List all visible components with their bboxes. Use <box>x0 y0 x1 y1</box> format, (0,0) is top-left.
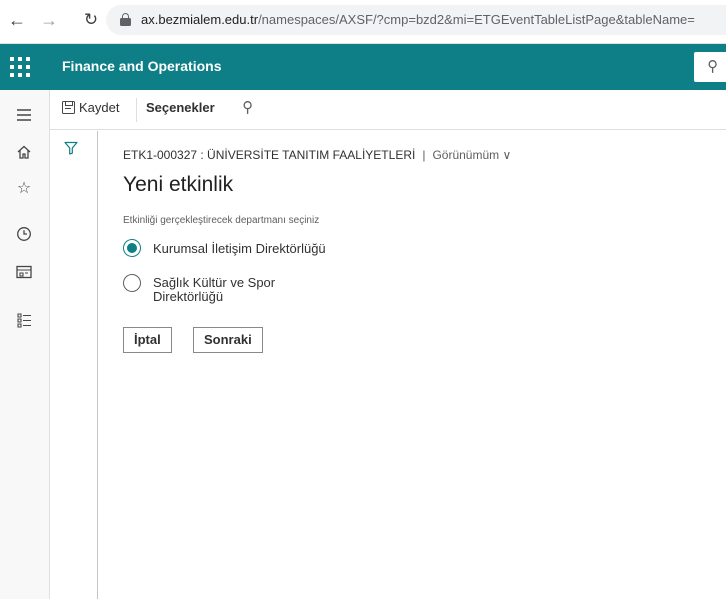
search-icon: ⚲ <box>707 58 718 75</box>
options-tab[interactable]: Seçenekler <box>146 100 215 115</box>
waffle-icon[interactable] <box>9 56 31 78</box>
url-text[interactable]: ax.bezmialem.edu.tr/namespaces/AXSF/?cmp… <box>141 12 695 27</box>
filter-icon[interactable] <box>64 141 78 155</box>
next-button[interactable]: Sonraki <box>193 327 263 353</box>
radio-label-corporate-communications[interactable]: Kurumsal İletişim Direktörlüğü <box>153 242 326 256</box>
save-button[interactable]: Kaydet <box>62 100 119 115</box>
app-header: Finance and Operations ⚲ <box>0 44 726 90</box>
radio-label-health-culture-sports[interactable]: Sağlık Kültür ve Spor Direktörlüğü <box>153 276 275 304</box>
view-selector-label: Görünümüm <box>432 148 500 162</box>
option-1-line1: Kurumsal İletişim Direktörlüğü <box>153 241 326 256</box>
address-bar[interactable]: ax.bezmialem.edu.tr/namespaces/AXSF/?cmp… <box>106 5 726 35</box>
form-content: ETK1-000327 : ÜNİVERSİTE TANITIM FAALİYE… <box>99 131 726 599</box>
workspace-icon[interactable] <box>13 261 35 283</box>
filter-pane <box>50 131 98 599</box>
star-icon[interactable]: ☆ <box>13 178 35 200</box>
navigation-pane: ☆ <box>0 90 50 599</box>
back-icon[interactable]: ← <box>6 9 28 31</box>
modules-icon[interactable] <box>13 309 35 331</box>
browser-toolbar: ← → ↻ ax.bezmialem.edu.tr/namespaces/AXS… <box>0 0 726 44</box>
reload-icon[interactable]: ↻ <box>80 9 102 31</box>
radio-health-culture-sports[interactable] <box>123 274 141 292</box>
option-2-line2: Direktörlüğü <box>153 289 224 304</box>
url-host: ax.bezmialem.edu.tr <box>141 12 259 27</box>
clock-icon[interactable] <box>13 223 35 245</box>
caption-separator: | <box>422 148 426 162</box>
action-search-icon[interactable]: ⚲ <box>242 98 253 116</box>
lock-icon[interactable] <box>120 13 131 26</box>
chevron-down-icon: ∨ <box>502 148 512 162</box>
forward-icon[interactable]: → <box>38 9 60 31</box>
record-caption: ETK1-000327 : ÜNİVERSİTE TANITIM FAALİYE… <box>123 148 511 162</box>
option-2-line1: Sağlık Kültür ve Spor <box>153 275 276 290</box>
url-path: /namespaces/AXSF/?cmp=bzd2&mi=ETGEventTa… <box>258 12 695 27</box>
header-search-box[interactable]: ⚲ <box>694 52 726 82</box>
cancel-button[interactable]: İptal <box>123 327 172 353</box>
save-icon <box>62 101 75 114</box>
home-icon[interactable] <box>13 141 35 163</box>
page-title: Yeni etkinlik <box>123 173 234 196</box>
record-caption-text: ETK1-000327 : ÜNİVERSİTE TANITIM FAALİYE… <box>123 148 416 162</box>
view-selector[interactable]: Görünümüm ∨ <box>432 148 511 162</box>
department-prompt: Etkinliği gerçekleştirecek departmanı se… <box>123 215 320 226</box>
action-pane: Kaydet Seçenekler ⚲ <box>50 90 726 130</box>
radio-corporate-communications[interactable] <box>123 239 141 257</box>
action-divider <box>136 98 137 122</box>
save-label: Kaydet <box>79 100 120 115</box>
app-title[interactable]: Finance and Operations <box>62 58 221 74</box>
hamburger-icon[interactable] <box>13 104 35 126</box>
